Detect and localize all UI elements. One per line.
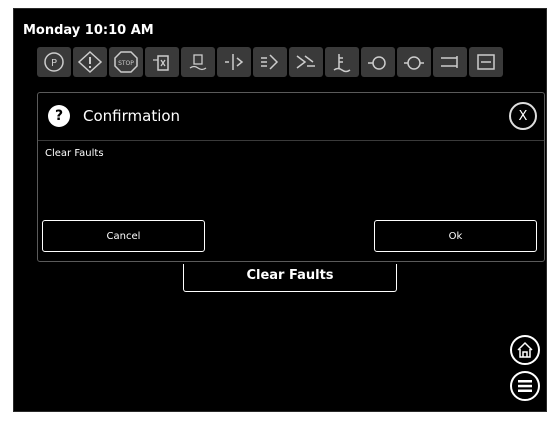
question-icon: ? [48, 105, 70, 127]
water-in-fuel-icon [181, 47, 215, 77]
coolant-level-icon [325, 47, 359, 77]
ok-button[interactable]: Ok [374, 220, 537, 252]
coolant-icon [217, 47, 251, 77]
regen-icon [289, 47, 323, 77]
fuel-filter-icon [469, 47, 503, 77]
clear-faults-button[interactable]: Clear Faults [183, 264, 397, 292]
warning-icon [73, 47, 107, 77]
menu-icon [518, 380, 532, 392]
stop-icon: STOP [109, 47, 143, 77]
status-icon-bar: P STOP [37, 47, 503, 77]
dialog-title: Confirmation [83, 107, 181, 125]
home-button[interactable] [510, 335, 540, 365]
close-button[interactable]: X [509, 102, 537, 130]
svg-text:STOP: STOP [118, 60, 134, 67]
home-icon [517, 341, 533, 358]
dialog-header: ? Confirmation X [38, 93, 544, 141]
engine-fuel-icon [145, 47, 179, 77]
menu-button[interactable] [510, 371, 540, 401]
oil-level-icon [397, 47, 431, 77]
datetime-label: Monday 10:10 AM [23, 23, 154, 38]
dialog-message: Clear Faults [45, 148, 104, 159]
oil-pressure-icon [361, 47, 395, 77]
transmission-icon [253, 47, 287, 77]
cancel-button[interactable]: Cancel [42, 220, 205, 252]
glow-plug-icon [433, 47, 467, 77]
svg-text:P: P [51, 58, 57, 69]
park-brake-icon: P [37, 47, 71, 77]
